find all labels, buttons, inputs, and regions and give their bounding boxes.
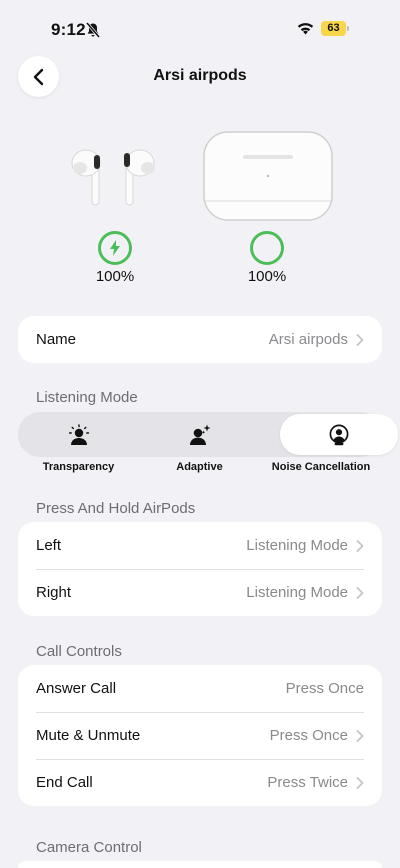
- transparency-icon: [68, 423, 89, 445]
- row-value: Press Once: [269, 727, 348, 744]
- segment-noise-cancellation[interactable]: [280, 414, 398, 455]
- segment-adaptive[interactable]: [139, 412, 260, 457]
- segment-label-transparency: Transparency: [42, 461, 115, 473]
- row-label: Mute & Unmute: [36, 727, 141, 744]
- listening-mode-segmented-control: [18, 412, 398, 457]
- chevron-right-icon: [356, 333, 364, 346]
- page-title: Arsi airpods: [153, 67, 247, 84]
- row-label: Right: [36, 584, 72, 601]
- row-label: Left: [36, 537, 62, 554]
- name-value: Arsi airpods: [268, 331, 348, 348]
- case-battery-ring: [250, 231, 284, 265]
- airpods-earbuds-image: [71, 149, 155, 206]
- name-card: Name Arsi airpods: [18, 316, 382, 363]
- adaptive-icon: [189, 424, 210, 445]
- battery-level: 63: [327, 22, 340, 34]
- name-label: Name: [36, 331, 77, 348]
- press-hold-left-row[interactable]: Left Listening Mode: [18, 522, 382, 569]
- airpods-case-image: [203, 131, 333, 221]
- row-value: Listening Mode: [246, 537, 348, 554]
- call-controls-card: Answer Call Press Once Mute & Unmute Pre…: [18, 665, 382, 806]
- answer-call-row[interactable]: Answer Call Press Once: [18, 665, 382, 712]
- camera-control-card: [18, 861, 382, 868]
- bell-slash-icon: [86, 22, 100, 38]
- battery-indicator: 63: [321, 21, 349, 36]
- segment-transparency[interactable]: [18, 412, 139, 457]
- press-hold-card: Left Listening Mode Right Listening Mode: [18, 522, 382, 616]
- wifi-icon: [297, 23, 314, 35]
- row-value: Press Twice: [267, 774, 348, 791]
- row-value: Listening Mode: [246, 584, 348, 601]
- segment-label-noise-cancellation: Noise Cancellation: [271, 461, 371, 473]
- status-bar: 9:12 63: [0, 0, 400, 52]
- listening-mode-header: Listening Mode: [36, 389, 138, 406]
- earbuds-battery-percent: 100%: [95, 268, 135, 285]
- name-row[interactable]: Name Arsi airpods: [18, 316, 382, 363]
- press-hold-header: Press And Hold AirPods: [36, 500, 196, 517]
- chevron-right-icon: [356, 539, 364, 552]
- row-label: End Call: [36, 774, 93, 791]
- segment-label-adaptive: Adaptive: [176, 461, 223, 473]
- end-call-row[interactable]: End Call Press Twice: [18, 759, 382, 806]
- earbuds-charging-ring: [98, 231, 132, 265]
- call-controls-header: Call Controls: [36, 643, 122, 660]
- chevron-right-icon: [356, 729, 364, 742]
- mute-unmute-row[interactable]: Mute & Unmute Press Once: [18, 712, 382, 759]
- noise-cancellation-icon: [329, 424, 349, 445]
- row-value: Press Once: [285, 680, 364, 697]
- case-battery-percent: 100%: [247, 268, 287, 285]
- chevron-right-icon: [356, 586, 364, 599]
- press-hold-right-row[interactable]: Right Listening Mode: [18, 569, 382, 616]
- status-time: 9:12: [51, 20, 86, 39]
- charging-bolt-icon: [110, 240, 120, 256]
- camera-control-header: Camera Control: [36, 839, 142, 856]
- battery-cap: [347, 26, 349, 31]
- row-label: Answer Call: [36, 680, 117, 697]
- chevron-right-icon: [356, 776, 364, 789]
